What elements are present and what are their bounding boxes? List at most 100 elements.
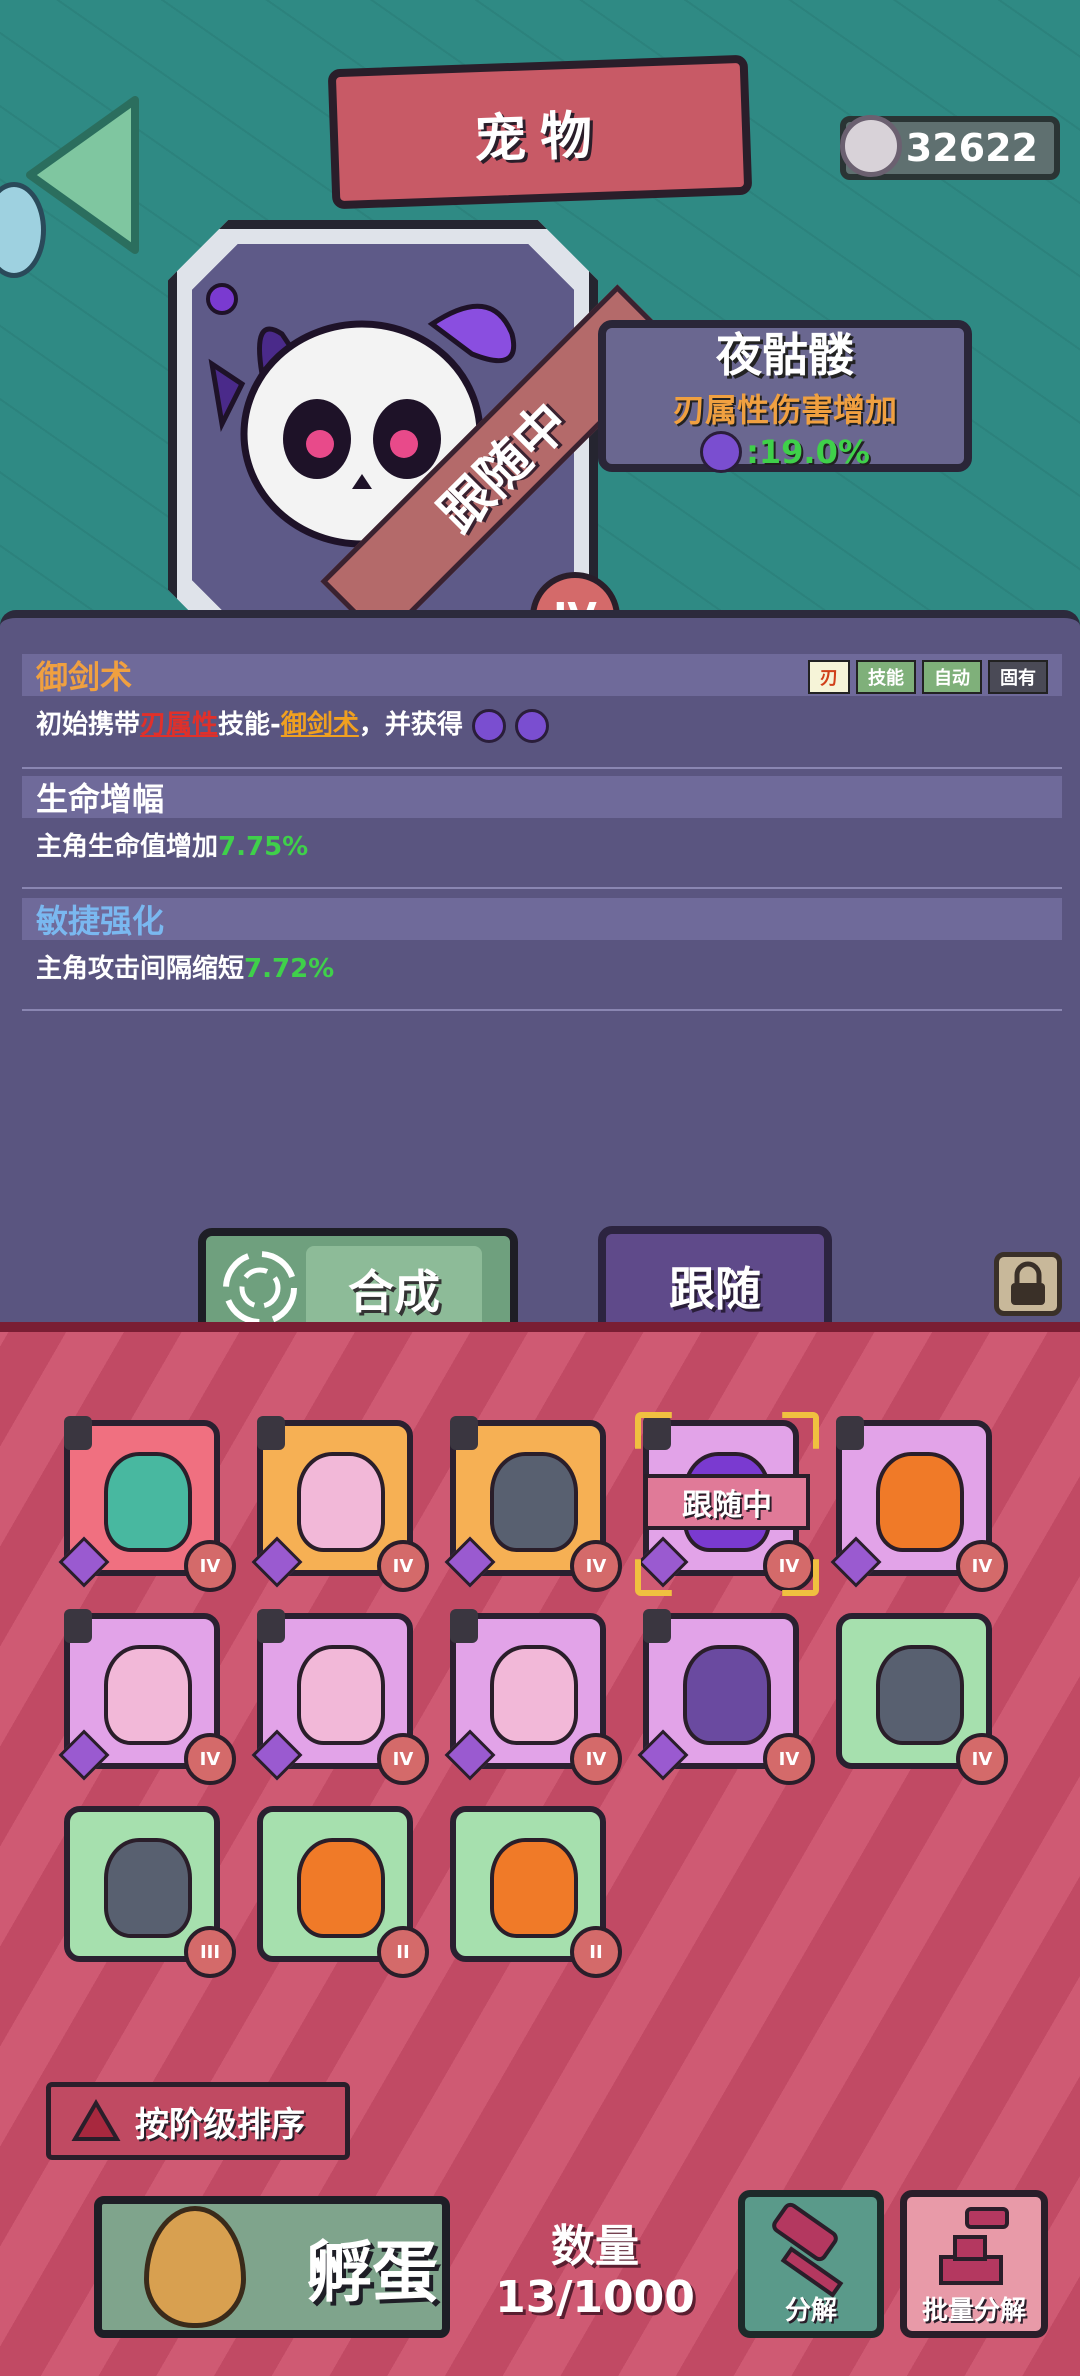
pumpkin-imp-icon	[490, 1838, 578, 1938]
follow-label: 跟随	[669, 1262, 761, 1316]
divider	[22, 766, 1062, 769]
lock-icon	[450, 1416, 478, 1450]
swirl-orb-icon	[700, 431, 743, 473]
disassemble-label: 分解	[784, 2296, 837, 2326]
count-title: 数量	[551, 2221, 639, 2272]
pumpkin-imp-icon	[297, 1838, 385, 1938]
sort-label: 按阶级排序	[135, 2104, 305, 2145]
pet-card[interactable]: IV	[58, 1609, 236, 1785]
tier-badge: IV	[570, 1540, 622, 1592]
lock-icon	[257, 1609, 285, 1643]
batch-disassemble-label: 批量分解	[921, 2296, 1026, 2326]
skill-row-2: 生命增幅 主角生命值增加7.75%	[22, 776, 1062, 889]
pet-info-card: 夜骷髅 刃属性伤害增加 :19.0%	[598, 320, 972, 473]
skill-description: 主角攻击间隔缩短7.72%	[22, 940, 1062, 993]
currency-amount: 32622	[905, 126, 1038, 170]
drone-icon	[876, 1645, 964, 1745]
tag-skill: 技能	[856, 660, 916, 694]
tier-badge: II	[377, 1926, 429, 1978]
lock-icon	[1011, 1261, 1045, 1305]
hatch-egg-button[interactable]: 孵蛋	[94, 2196, 450, 2338]
pet-card[interactable]: IV	[836, 1613, 1008, 1785]
lock-icon	[643, 1609, 671, 1643]
tier-badge: IV	[184, 1733, 236, 1785]
tag-auto: 自动	[922, 660, 982, 694]
lock-toggle-button[interactable]	[994, 1252, 1062, 1316]
pet-bonus-text: 刃属性伤害增加	[672, 391, 897, 429]
egg-icon	[144, 2206, 246, 2328]
pet-card[interactable]: III	[64, 1806, 236, 1978]
tag-blade: 刃	[808, 660, 850, 694]
tier-badge: IV	[377, 1733, 429, 1785]
tier-badge: II	[570, 1926, 622, 1978]
disassemble-button[interactable]: 分解	[738, 2190, 884, 2338]
pumpkin-imp-icon	[876, 1452, 964, 1552]
tier-badge: IV	[184, 1540, 236, 1592]
skill-desc-value: 7.72%	[244, 954, 335, 984]
tier-badge: IV	[570, 1733, 622, 1785]
tier-badge: IV	[763, 1733, 815, 1785]
fairy-icon	[104, 1645, 192, 1745]
pet-card[interactable]: IV	[444, 1416, 622, 1592]
following-tag: 跟随中	[644, 1474, 810, 1530]
skill-row-1: 御剑术 刃 技能 自动 固有 初始携带刃属性技能-御剑术，并获得	[22, 654, 1062, 769]
lock-icon	[64, 1416, 92, 1450]
skill-tags: 刃 技能 自动 固有	[808, 660, 1048, 694]
horn-blob-icon	[683, 1645, 771, 1745]
batch-disassemble-button[interactable]: 批量分解	[900, 2190, 1048, 2338]
skill-desc-part: 主角攻击间隔缩短	[36, 954, 245, 984]
pet-card[interactable]: II	[450, 1806, 622, 1978]
page-title: 宠物	[473, 105, 608, 170]
divider	[22, 887, 1062, 889]
tier-badge: IV	[763, 1540, 815, 1592]
skill-desc-part: 技能-	[218, 710, 281, 740]
triangle-sort-icon	[71, 2099, 121, 2141]
skill-desc-highlight: 刃属性	[140, 710, 219, 740]
swirl-orb-icon	[471, 708, 506, 743]
pet-card[interactable]: IV	[58, 1416, 236, 1592]
pet-card[interactable]: IV	[637, 1609, 815, 1785]
pet-card[interactable]: II	[257, 1806, 429, 1978]
orb-coin-icon	[840, 115, 902, 177]
pet-card[interactable]: IV 跟随中	[635, 1412, 819, 1596]
pet-card[interactable]: IV	[830, 1416, 1008, 1592]
swirl-icon	[223, 1251, 297, 1325]
skill-description: 初始携带刃属性技能-御剑术，并获得	[22, 696, 1062, 751]
skill-title-row: 生命增幅	[22, 776, 1062, 818]
skill-title-row: 御剑术 刃 技能 自动 固有	[22, 654, 1062, 696]
page-title-banner: 宠物	[327, 54, 753, 210]
skill-desc-part: ，并获得	[358, 710, 463, 740]
hatch-label: 孵蛋	[306, 2234, 438, 2311]
combine-label: 合成	[306, 1246, 482, 1332]
tier-badge: III	[184, 1926, 236, 1978]
skill-desc-part: 主角生命值增加	[36, 832, 219, 862]
skill-title: 生命增幅	[36, 780, 165, 818]
skill-desc-value: 7.75%	[218, 832, 309, 862]
count-value: 13/1000	[495, 2272, 695, 2323]
pet-bonus-value: :19.0%	[746, 433, 870, 471]
skill-title: 敏捷强化	[36, 902, 165, 940]
lock-icon	[64, 1609, 92, 1643]
pet-bonus-row: :19.0%	[700, 431, 870, 473]
skill-row-3: 敏捷强化 主角攻击间隔缩短7.72%	[22, 898, 1062, 1011]
tier-badge: IV	[956, 1733, 1008, 1785]
skill-desc-part: 初始携带	[36, 710, 141, 740]
sort-by-tier-button[interactable]: 按阶级排序	[46, 2082, 350, 2160]
pet-name: 夜骷髅	[716, 328, 854, 382]
fairy-icon	[490, 1645, 578, 1745]
skill-description: 主角生命值增加7.75%	[22, 818, 1062, 871]
pet-card[interactable]: IV	[444, 1609, 622, 1785]
skill-desc-highlight: 御剑术	[280, 710, 359, 740]
tier-badge: IV	[956, 1540, 1008, 1592]
pet-card[interactable]: IV	[251, 1416, 429, 1592]
divider	[22, 1009, 1062, 1011]
skill-title-row: 敏捷强化	[22, 898, 1062, 940]
spring-totem-icon	[104, 1452, 192, 1552]
drone-icon	[490, 1452, 578, 1552]
lock-icon	[257, 1416, 285, 1450]
fairy-icon	[297, 1645, 385, 1745]
fairy-icon	[297, 1452, 385, 1552]
pet-card[interactable]: IV	[251, 1609, 429, 1785]
tier-badge: IV	[377, 1540, 429, 1592]
lock-icon	[450, 1609, 478, 1643]
